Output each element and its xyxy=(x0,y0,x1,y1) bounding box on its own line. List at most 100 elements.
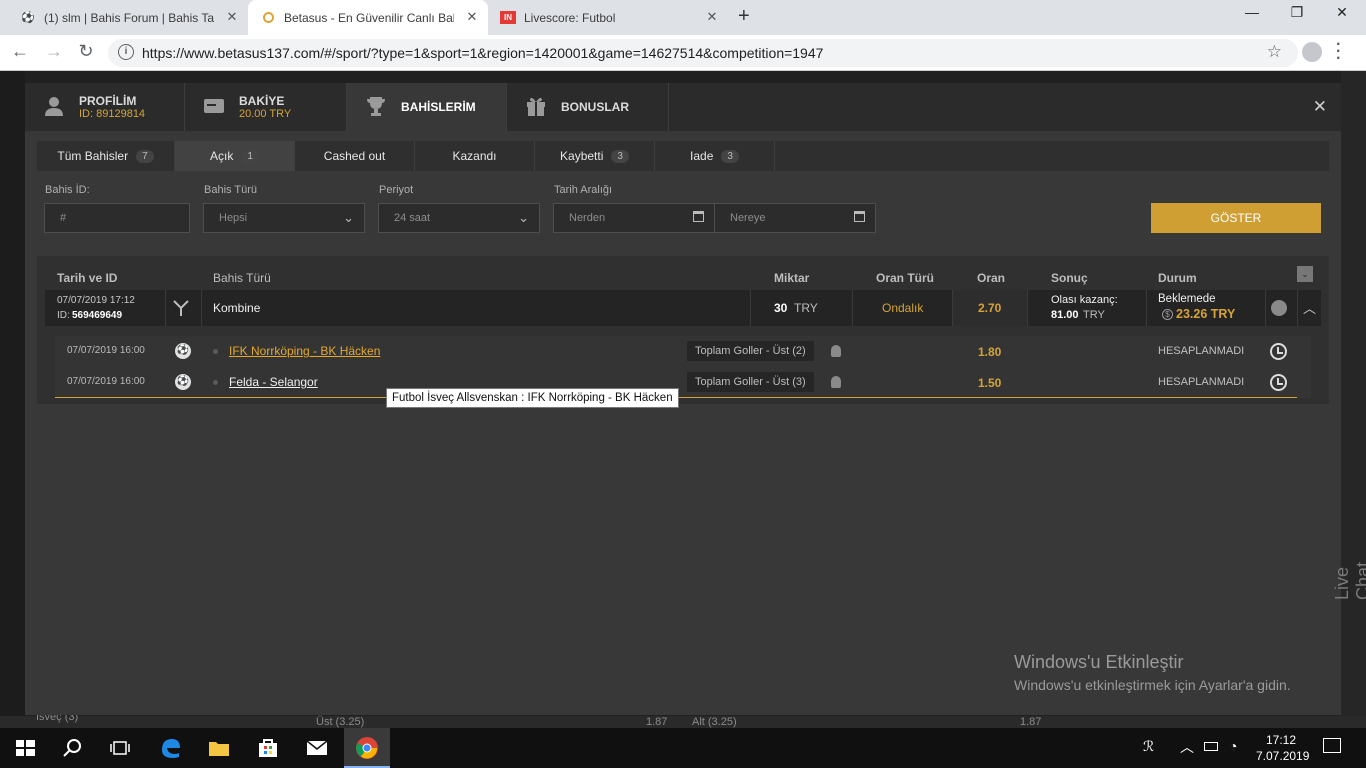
browser-tab-livescore[interactable]: IN Livescore: Futbol ✕ xyxy=(488,0,728,35)
show-button[interactable]: GÖSTER xyxy=(1151,203,1321,233)
tab-label: BAHİSLERİM xyxy=(401,100,476,114)
windows-activation-title: Windows'u Etkinleştir xyxy=(1014,652,1184,672)
tab-bonuses[interactable]: BONUSLAR xyxy=(507,83,669,131)
trophy-icon xyxy=(365,95,387,117)
subtab-refund[interactable]: Iade 3 xyxy=(655,141,775,171)
coin-icon: $ xyxy=(1162,309,1173,320)
minimize-button[interactable]: — xyxy=(1232,4,1272,20)
market-label: Toplam Goller - Üst (3) xyxy=(687,372,814,392)
bookmark-star-icon[interactable]: ☆ xyxy=(1267,42,1282,62)
subtab-won[interactable]: Kazandı xyxy=(415,141,535,171)
period-select[interactable]: 24 saat ⌄ xyxy=(378,203,540,233)
subtab-cashed-out[interactable]: Cashed out xyxy=(295,141,415,171)
my-bets-modal: PROFİLİM ID: 89129814 BAKİYE 20.00 TRY B… xyxy=(25,83,1341,715)
close-icon[interactable]: ✕ xyxy=(464,9,480,25)
betasus-favicon-icon xyxy=(260,10,276,26)
tab-my-bets[interactable]: BAHİSLERİM xyxy=(347,83,507,131)
clock-date: 7.07.2019 xyxy=(1256,749,1310,763)
window-close-button[interactable]: ✕ xyxy=(1322,4,1362,21)
file-explorer-icon[interactable] xyxy=(207,736,231,760)
calendar-icon[interactable] xyxy=(854,211,865,222)
subtab-lost[interactable]: Kaybetti 3 xyxy=(535,141,655,171)
bet-id-label: Bahis İD: xyxy=(45,184,90,196)
live-chat-button[interactable]: Live Chat xyxy=(1332,562,1366,600)
store-icon[interactable] xyxy=(256,736,280,760)
header-bet-type: Bahis Türü xyxy=(213,271,271,285)
windows-activation-subtitle: Windows'u etkinleştirmek için Ayarlar'a … xyxy=(1014,677,1291,693)
forward-button[interactable]: → xyxy=(42,41,66,62)
tab-label: BONUSLAR xyxy=(561,100,629,114)
chrome-taskbar-button[interactable] xyxy=(344,728,390,768)
info-icon[interactable]: i xyxy=(118,44,134,60)
selection-datetime: 07/07/2019 16:00 xyxy=(67,376,145,387)
clock-icon[interactable] xyxy=(1270,343,1287,360)
count-badge: 3 xyxy=(721,149,739,163)
clock-icon[interactable] xyxy=(1270,374,1287,391)
calendar-icon[interactable] xyxy=(693,211,704,222)
edge-browser-icon[interactable] xyxy=(158,736,182,760)
tab-label: PROFİLİM xyxy=(79,94,137,108)
date-to-placeholder: Nereye xyxy=(730,212,766,224)
wifi-icon[interactable]: ◔ xyxy=(1229,738,1237,754)
clock-icon[interactable] xyxy=(1271,300,1287,316)
subtab-open[interactable]: Açık 1 xyxy=(175,141,295,171)
divider xyxy=(750,290,751,326)
browser-menu-icon[interactable]: · · · xyxy=(1336,37,1341,67)
subtab-all-bets[interactable]: Tüm Bahisler 7 xyxy=(37,141,175,171)
bg-text: 1.87 xyxy=(1020,716,1042,728)
bet-type-select[interactable]: Hepsi ⌄ xyxy=(203,203,365,233)
battery-icon[interactable] xyxy=(1204,742,1218,751)
soccer-ball-icon: ⚽ xyxy=(175,343,191,359)
notifications-icon[interactable] xyxy=(1323,738,1341,753)
address-bar[interactable]: i https://www.betasus137.com/#/sport/?ty… xyxy=(108,39,1298,67)
people-icon[interactable]: ℛ xyxy=(1143,738,1154,755)
chevron-up-icon[interactable]: ︿ xyxy=(1180,737,1194,757)
browser-tab-forum[interactable]: ⚽ (1) slm | Bahis Forum | Bahis Tahmi ✕ xyxy=(8,0,248,35)
date-from-input[interactable]: Nerden xyxy=(553,203,715,233)
bet-status-tabs: Tüm Bahisler 7 Açık 1 Cashed out Kazandı… xyxy=(37,141,1329,171)
chevron-up-icon[interactable]: ︿ xyxy=(1303,298,1316,317)
maximize-button[interactable]: ❐ xyxy=(1277,4,1317,21)
modal-tabs: PROFİLİM ID: 89129814 BAKİYE 20.00 TRY B… xyxy=(25,83,1341,131)
close-icon[interactable]: ✕ xyxy=(704,9,720,25)
period-value: 24 saat xyxy=(394,212,431,224)
mail-icon[interactable] xyxy=(305,736,329,760)
reload-button[interactable]: ↻ xyxy=(74,41,98,62)
odds-type-value: Ondalık xyxy=(882,301,924,315)
count-badge: 3 xyxy=(611,149,629,163)
task-view-icon[interactable] xyxy=(108,736,132,760)
search-icon[interactable] xyxy=(61,736,85,760)
divider xyxy=(1265,290,1266,326)
divider xyxy=(1027,290,1028,326)
collapse-all-button[interactable]: ⌄ xyxy=(1297,266,1313,282)
header-odds-type: Oran Türü xyxy=(876,271,935,285)
bet-id-caption: ID: xyxy=(57,310,70,321)
header-status: Durum xyxy=(1158,271,1197,285)
bg-text: 1.87 xyxy=(646,716,668,728)
tab-profile[interactable]: PROFİLİM ID: 89129814 xyxy=(25,83,185,131)
match-link[interactable]: IFK Norrköping - BK Häcken xyxy=(229,344,380,358)
browser-toolbar: ← → ↻ i https://www.betasus137.com/#/spo… xyxy=(0,35,1366,71)
back-button[interactable]: ← xyxy=(8,41,32,62)
close-icon[interactable]: ✕ xyxy=(224,9,240,25)
clock-time: 17:12 xyxy=(1265,733,1297,747)
taskbar-clock[interactable]: 17:12 7.07.2019 xyxy=(1256,732,1310,764)
match-link[interactable]: Felda - Selangor xyxy=(229,375,318,389)
period-label: Periyot xyxy=(379,184,414,196)
cashout-amount[interactable]: 23.26 TRY xyxy=(1176,307,1235,321)
tab-balance[interactable]: BAKİYE 20.00 TRY xyxy=(185,83,347,131)
subtab-label: Kaybetti xyxy=(560,149,604,163)
selection-row: 07/07/2019 16:00 ⚽ Felda - Selangor Topl… xyxy=(55,367,1311,398)
windows-start-icon[interactable] xyxy=(13,736,37,760)
selection-row: 07/07/2019 16:00 ⚽ IFK Norrköping - BK H… xyxy=(55,336,1311,367)
wallet-icon xyxy=(203,95,225,117)
bet-row[interactable]: 07/07/2019 17:12 ID: 569469649 Kombine 3… xyxy=(45,290,1321,326)
divider xyxy=(201,290,202,326)
bet-id-input[interactable]: # xyxy=(44,203,190,233)
profile-avatar-icon[interactable] xyxy=(1302,42,1322,62)
browser-tab-betasus[interactable]: Betasus - En Güvenilir Canlı Bahis ✕ xyxy=(248,0,488,35)
modal-close-button[interactable]: ✕ xyxy=(1313,97,1327,117)
bet-datetime: 07/07/2019 17:12 xyxy=(57,295,135,306)
date-to-input[interactable]: Nereye xyxy=(714,203,876,233)
new-tab-button[interactable]: + xyxy=(738,5,750,28)
